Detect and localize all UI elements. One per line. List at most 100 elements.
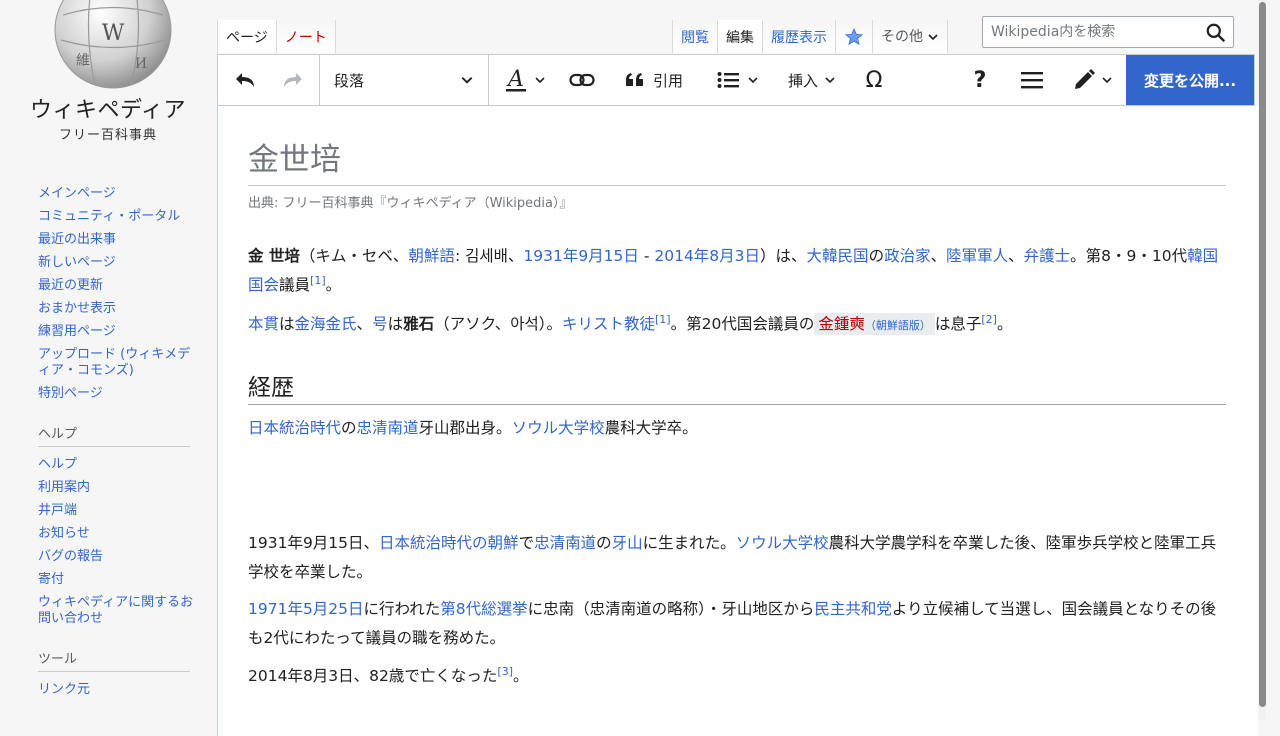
chevron-down-icon [461, 77, 473, 84]
reference-link[interactable]: [2] [981, 313, 997, 326]
link-korean-language[interactable]: 朝鮮語 [408, 247, 455, 265]
link-south-chungcheong[interactable]: 忠清南道 [534, 534, 596, 552]
publish-changes-button[interactable]: 変更を公開... [1126, 55, 1254, 105]
article-content: 金世培 出典: フリー百科事典『ウィキペディア（Wikipedia）』 金 世培… [217, 106, 1258, 736]
link-son-redlink[interactable]: 金鍾奭 [818, 315, 865, 333]
link-democratic-republican-party[interactable]: 民主共和党 [814, 600, 892, 618]
link-christian[interactable]: キリスト教徒 [562, 315, 655, 333]
sidebar-item-guide[interactable]: 利用案内 [38, 476, 198, 499]
chevron-down-icon [535, 77, 545, 84]
page-options-button[interactable] [1012, 55, 1052, 105]
text-style-icon: A [506, 68, 526, 92]
link-japanese-rule[interactable]: 日本統治時代 [248, 419, 341, 437]
svg-text:W: W [102, 21, 125, 46]
tab-history[interactable]: 履歴表示 [762, 20, 835, 53]
link-8th-general-election[interactable]: 第8代総選挙 [440, 600, 527, 618]
search-box [982, 16, 1234, 48]
link-ho[interactable]: 号 [372, 315, 388, 333]
quote-icon [625, 73, 643, 86]
tools-heading: ツール [38, 644, 190, 672]
sidebar-item-new-pages[interactable]: 新しいページ [38, 251, 198, 274]
page-title: 金世培 [248, 134, 1226, 186]
undo-icon [236, 73, 254, 87]
pencil-icon [1075, 69, 1095, 89]
chevron-down-icon [748, 77, 758, 84]
sidebar-item-bug-report[interactable]: バグの報告 [38, 545, 198, 568]
link-gimhae-kim-clan[interactable]: 金海金氏 [295, 315, 357, 333]
link-asan[interactable]: 牙山 [612, 534, 643, 552]
link-seoul-national-univ[interactable]: ソウル大学校 [512, 419, 605, 437]
scrollbar-thumb[interactable] [1259, 2, 1266, 707]
link-election-date[interactable]: 1971年5月25日 [248, 600, 364, 618]
insert-label: 挿入 [787, 71, 818, 90]
sidebar-item-sandbox[interactable]: 練習用ページ [38, 320, 198, 343]
cite-button[interactable]: 引用 [614, 55, 694, 105]
reference-link[interactable]: [1] [655, 313, 671, 326]
lead-paragraph-2: 本貫は金海金氏、号は雅石（アソク、아석）。キリスト教徒[1]。第20代国会議員の… [248, 312, 1013, 335]
special-character-button[interactable]: Ω [854, 55, 894, 105]
namespace-tabs: ページ ノート [217, 20, 336, 54]
sidebar-item-contact[interactable]: ウィキペディアに関するお問い合わせ [38, 591, 198, 630]
tab-page[interactable]: ページ [217, 20, 276, 53]
watch-star-button[interactable] [835, 20, 872, 53]
tab-read[interactable]: 閲覧 [672, 20, 717, 53]
search-input[interactable] [989, 23, 1203, 41]
sidebar-item-main-page[interactable]: メインページ [38, 182, 198, 205]
chevron-down-icon [928, 33, 938, 40]
svg-text:維: 維 [76, 53, 90, 69]
sidebar-item-community-portal[interactable]: コミュニティ・ポータル [38, 205, 198, 228]
more-menu-button[interactable]: その他 [872, 20, 948, 53]
star-icon [845, 27, 863, 45]
sidebar-item-what-links-here[interactable]: リンク元 [38, 678, 198, 701]
sidebar-item-upload[interactable]: アップロード (ウィキメディア・コモンズ) [38, 343, 198, 382]
redo-button[interactable] [272, 55, 312, 105]
tab-edit[interactable]: 編集 [717, 20, 762, 53]
toolbar-separator [488, 55, 489, 105]
sidebar-item-special-pages[interactable]: 特別ページ [38, 382, 198, 405]
sidebar-item-village-pump[interactable]: 井戸端 [38, 499, 198, 522]
sidebar-item-notices[interactable]: お知らせ [38, 522, 198, 545]
link-seoul-national-univ[interactable]: ソウル大学校 [736, 534, 829, 552]
reference-link[interactable]: [1] [310, 274, 326, 287]
link-politician[interactable]: 政治家 [884, 247, 931, 265]
link-soldier[interactable]: 陸軍軍人 [946, 247, 1008, 265]
career-paragraph-3: 1971年5月25日に行われた第8代総選挙に忠南（忠清南道の略称）・牙山地区から… [248, 600, 1217, 647]
omega-icon: Ω [865, 67, 883, 93]
site-subtitle: 出典: フリー百科事典『ウィキペディア（Wikipedia）』 [248, 196, 573, 211]
subject-name: 金 世培 [248, 247, 300, 265]
list-dropdown[interactable] [708, 55, 768, 105]
help-button[interactable]: ? [962, 55, 998, 105]
link-south-chungcheong[interactable]: 忠清南道 [357, 419, 419, 437]
sidebar-item-current-events[interactable]: 最近の出来事 [38, 228, 198, 251]
redo-icon [284, 73, 302, 87]
navigation-portal: メインページ コミュニティ・ポータル 最近の出来事 新しいページ 最近の更新 お… [38, 182, 198, 405]
link-south-korea[interactable]: 大韓民国 [807, 247, 869, 265]
link-lawyer[interactable]: 弁護士 [1024, 247, 1071, 265]
sidebar-item-help[interactable]: ヘルプ [38, 453, 198, 476]
paragraph-format-dropdown[interactable]: 段落 [320, 55, 488, 105]
chevron-down-icon [1102, 77, 1112, 84]
wikipedia-logo[interactable]: W 維 И ウィキペディア フリー百科事典 [0, 0, 216, 160]
logo-tagline: フリー百科事典 [58, 128, 157, 143]
search-icon[interactable] [1205, 22, 1227, 44]
link-death-date[interactable]: 2014年8月3日 [654, 247, 760, 265]
link-birth-date[interactable]: 1931年9月15日 [523, 247, 639, 265]
svg-text:И: И [135, 56, 147, 72]
link-button[interactable] [562, 55, 602, 105]
reference-link[interactable]: [3] [497, 665, 513, 678]
undo-button[interactable] [226, 55, 266, 105]
tab-talk[interactable]: ノート [275, 20, 336, 53]
sidebar-item-recent-changes[interactable]: 最近の更新 [38, 274, 198, 297]
cite-label: 引用 [652, 71, 683, 90]
interlanguage-link: 金鍾奭（朝鮮語版） [814, 313, 935, 335]
sidebar-item-random[interactable]: おまかせ表示 [38, 297, 198, 320]
link-bongwan[interactable]: 本貫 [248, 315, 279, 333]
sidebar-item-donate[interactable]: 寄付 [38, 568, 198, 591]
text-style-dropdown[interactable]: A [498, 55, 554, 105]
insert-dropdown[interactable]: 挿入 [780, 55, 844, 105]
link-icon [569, 73, 595, 87]
link-korean-version[interactable]: （朝鮮語版） [865, 319, 931, 332]
link-korea-under-japanese-rule[interactable]: 日本統治時代の朝鮮 [379, 534, 519, 552]
edit-mode-dropdown[interactable] [1064, 55, 1122, 105]
more-menu-label: その他 [881, 28, 923, 45]
